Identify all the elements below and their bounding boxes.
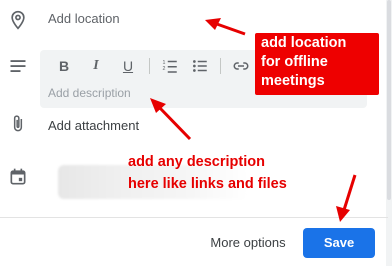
add-attachment-link[interactable]: Add attachment (48, 118, 139, 133)
underline-button[interactable]: U (117, 57, 139, 75)
arrow-to-save (336, 174, 357, 222)
scrollbar[interactable] (386, 0, 392, 266)
annotation-line: for offline (261, 54, 328, 70)
description-input[interactable]: Add description (48, 86, 131, 100)
numbered-list-icon[interactable]: 1 2 (159, 57, 181, 75)
toolbar-separator (220, 58, 221, 74)
svg-text:2: 2 (163, 66, 166, 72)
link-icon[interactable] (230, 57, 252, 75)
location-input[interactable]: Add location (48, 8, 238, 30)
footer-divider (0, 217, 388, 218)
save-button[interactable]: Save (303, 228, 375, 258)
paperclip-icon (13, 115, 23, 132)
location-annotation-box: add location for offline meetings (255, 33, 379, 95)
svg-text:1: 1 (163, 60, 166, 66)
toolbar-separator (149, 58, 150, 74)
bold-button[interactable]: B (53, 57, 75, 75)
description-lines-icon (10, 60, 26, 72)
annotation-line: add location (261, 35, 347, 51)
italic-button[interactable]: I (85, 57, 107, 75)
annotation-line: meetings (261, 73, 325, 89)
description-annotation-line: here like links and files (128, 176, 287, 192)
bulleted-list-icon[interactable] (189, 57, 211, 75)
more-options-button[interactable]: More options (200, 230, 296, 256)
scrollbar-thumb[interactable] (387, 0, 391, 200)
calendar-icon (10, 168, 26, 185)
description-annotation-line: add any description (128, 154, 265, 170)
location-pin-icon (11, 10, 25, 30)
